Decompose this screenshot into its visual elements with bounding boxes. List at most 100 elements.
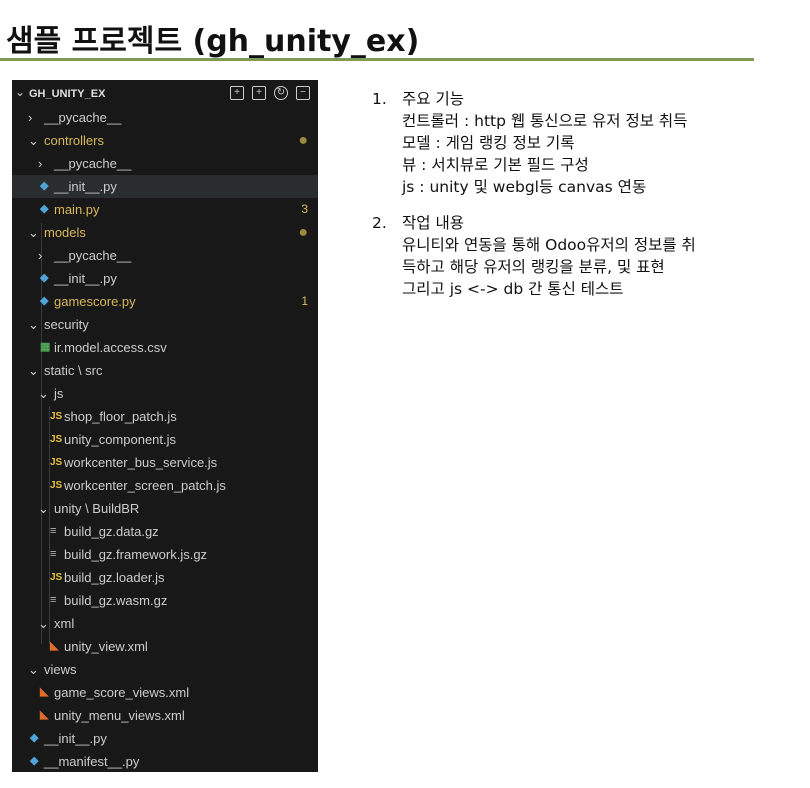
explorer-item-label: workcenter_bus_service.js [64,455,218,470]
new-file-icon[interactable]: + [230,86,244,100]
note-number: 1. [372,90,387,108]
python-file-icon: ◆ [30,732,39,744]
explorer-folder-row[interactable]: › __pycache__ [12,244,318,267]
note-line: 유니티와 연동을 통해 Odoo유저의 정보를 취 [402,236,696,254]
chevron-down-icon[interactable]: ⌄ [38,612,49,635]
note-number: 2. [372,214,387,232]
explorer-item-label: build_gz.loader.js [64,570,165,585]
explorer-item-label: unity \ BuildBR [54,501,140,516]
problem-badge: ● [298,132,308,149]
explorer-item-label: build_gz.data.gz [64,524,159,539]
explorer-root-label: GH_UNITY_EX [29,88,106,100]
explorer-folder-row[interactable]: › __pycache__ [12,106,318,129]
explorer-header[interactable]: ⌄ GH_UNITY_EX + + ↻ − [12,80,318,108]
python-file-icon: ◆ [40,180,49,192]
explorer-file-row[interactable]: ◣ unity_menu_views.xml [12,704,318,727]
chevron-down-icon[interactable]: ⌄ [28,221,39,244]
explorer-file-row[interactable]: ◆ __manifest__.py [12,750,318,773]
python-file-icon: ◆ [40,203,49,215]
explorer-item-label: xml [54,616,75,631]
explorer-file-row[interactable]: ◆ __init__.py [12,267,318,290]
explorer-folder-row[interactable]: ⌄ models ● [12,221,318,244]
explorer-item-label: __init__.py [54,271,117,286]
note-line: 뷰 : 서치뷰로 기본 필드 구성 [402,156,589,174]
explorer-item-label: unity_view.xml [64,639,148,654]
explorer-file-row[interactable]: ≡ build_gz.framework.js.gz [12,543,318,566]
chevron-down-icon[interactable]: ⌄ [28,313,39,336]
explorer-file-row[interactable]: JS shop_floor_patch.js [12,405,318,428]
explorer-item-label: __pycache__ [54,248,132,263]
explorer-file-row[interactable]: ≡ build_gz.wasm.gz [12,589,318,612]
archive-file-icon: ≡ [50,525,57,537]
chevron-right-icon[interactable]: › [38,244,42,267]
explorer-item-label: game_score_views.xml [54,685,190,700]
explorer-file-row[interactable]: ▦ ir.model.access.csv [12,336,318,359]
archive-file-icon: ≡ [50,594,57,606]
explorer-file-row[interactable]: ◆ gamescore.py 1 [12,290,318,313]
note-heading: 작업 내용 [402,214,464,232]
chevron-right-icon[interactable]: › [28,106,32,129]
collapse-all-icon[interactable]: − [296,86,310,100]
chevron-down-icon[interactable]: ⌄ [28,129,39,152]
explorer-file-row[interactable]: JS build_gz.loader.js [12,566,318,589]
javascript-file-icon: JS [50,434,63,445]
explorer-file-row[interactable]: ◆ __init__.py [12,175,318,198]
xml-file-icon: ◣ [40,709,49,721]
chevron-down-icon[interactable]: ⌄ [38,497,49,520]
problem-badge: 1 [301,294,308,308]
explorer-folder-row[interactable]: ⌄ unity \ BuildBR [12,497,318,520]
explorer-item-label: shop_floor_patch.js [64,409,177,424]
explorer-folder-row[interactable]: ⌄ controllers ● [12,129,318,152]
explorer-item-label: views [44,662,77,677]
explorer-item-label: __pycache__ [54,156,132,171]
python-file-icon: ◆ [40,272,49,284]
title-underline [0,58,754,61]
chevron-down-icon[interactable]: ⌄ [38,382,49,405]
explorer-item-label: __init__.py [54,179,117,194]
explorer-folder-row[interactable]: ⌄ views [12,658,318,681]
chevron-down-icon[interactable]: ⌄ [28,658,39,681]
explorer-item-label: gamescore.py [54,294,136,309]
note-line: 모델 : 게임 랭킹 정보 기록 [402,134,575,152]
note-item: 1. 주요 기능 컨트롤러 : http 웹 통신으로 유저 정보 취득 모델 … [372,88,696,198]
explorer-file-row[interactable]: JS workcenter_bus_service.js [12,451,318,474]
explorer-folder-row[interactable]: ⌄ xml [12,612,318,635]
explorer-item-label: workcenter_screen_patch.js [64,478,226,493]
notes-panel: 1. 주요 기능 컨트롤러 : http 웹 통신으로 유저 정보 취득 모델 … [372,88,696,314]
explorer-file-row[interactable]: ◆ __init__.py [12,727,318,750]
explorer-item-label: models [44,225,86,240]
chevron-right-icon[interactable]: › [38,152,42,175]
csv-file-icon: ▦ [40,341,51,353]
explorer-item-label: main.py [54,202,100,217]
xml-file-icon: ◣ [50,640,59,652]
explorer-item-label: security [44,317,89,332]
explorer-file-row[interactable]: ◆ main.py 3 [12,198,318,221]
note-line: 득하고 해당 유저의 랭킹을 분류, 및 표현 [402,258,665,276]
problem-badge: ● [298,224,308,241]
new-folder-icon[interactable]: + [252,86,266,100]
explorer-item-label: build_gz.wasm.gz [64,593,168,608]
chevron-down-icon[interactable]: ⌄ [15,85,25,99]
explorer-file-row[interactable]: JS workcenter_screen_patch.js [12,474,318,497]
note-line: js : unity 및 webgl등 canvas 연동 [402,178,647,196]
explorer-item-label: unity_menu_views.xml [54,708,185,723]
slide-title: 샘플 프로젝트 (gh_unity_ex) [6,24,420,59]
chevron-down-icon[interactable]: ⌄ [28,359,39,382]
explorer-file-row[interactable]: ≡ build_gz.data.gz [12,520,318,543]
explorer-item-label: unity_component.js [64,432,177,447]
explorer-folder-row[interactable]: ⌄ static \ src [12,359,318,382]
explorer-folder-row[interactable]: ⌄ js [12,382,318,405]
explorer-folder-row[interactable]: ⌄ security [12,313,318,336]
explorer-file-row[interactable]: JS unity_component.js [12,428,318,451]
explorer-file-row[interactable]: ◣ game_score_views.xml [12,681,318,704]
explorer-item-label: js [54,386,64,401]
explorer-file-row[interactable]: ◣ unity_view.xml [12,635,318,658]
javascript-file-icon: JS [50,411,63,422]
explorer-item-label: __manifest__.py [44,754,140,769]
explorer-item-label: __pycache__ [44,110,122,125]
explorer-item-label: static \ src [44,363,103,378]
explorer-item-label: build_gz.framework.js.gz [64,547,208,562]
refresh-icon[interactable]: ↻ [274,86,288,100]
explorer-folder-row[interactable]: › __pycache__ [12,152,318,175]
python-file-icon: ◆ [30,755,39,767]
